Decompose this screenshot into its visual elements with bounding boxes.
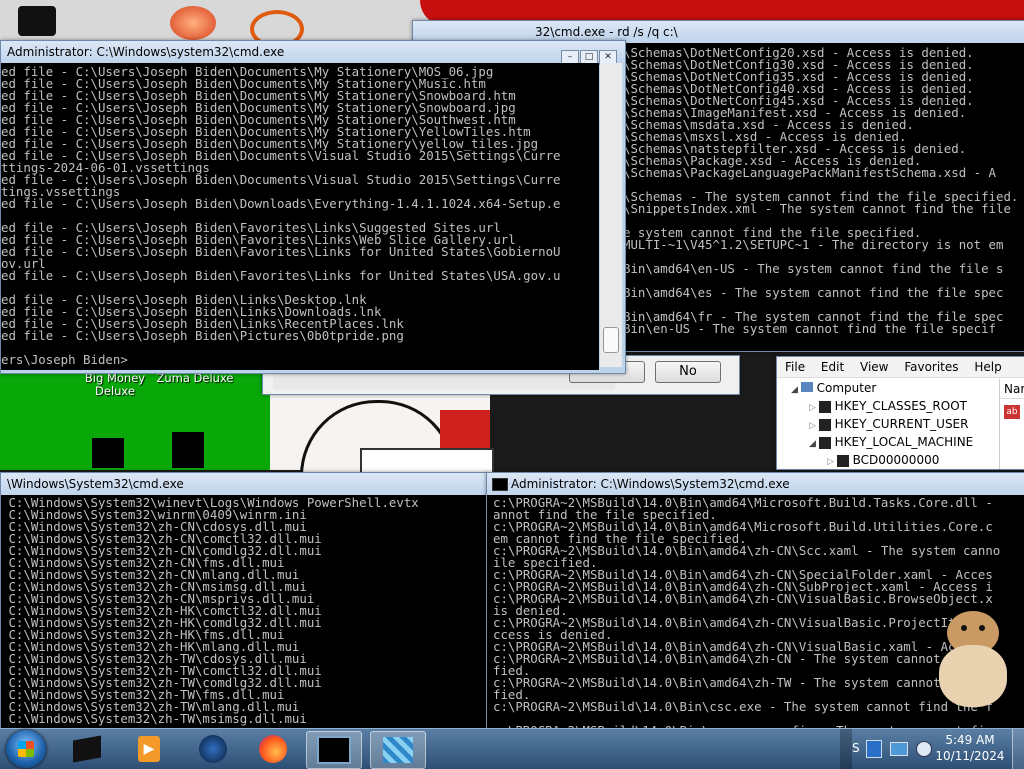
taskbar-app-regedit[interactable] bbox=[370, 731, 426, 769]
tree-item-bcd[interactable]: ▷ BCD00000000 bbox=[781, 451, 993, 469]
registry-editor-window[interactable]: File Edit View Favorites Help ◢ Computer… bbox=[776, 356, 1024, 470]
column-name-header[interactable]: Nar bbox=[1000, 379, 1024, 399]
console-line: Bin\amd64\es - The system cannot find th… bbox=[623, 285, 1004, 300]
language-bar-handle[interactable] bbox=[840, 729, 852, 769]
window-title-text: Administrator: C:\Windows\system32\cmd.e… bbox=[7, 45, 285, 59]
window-title: Administrator: C:\Windows\System32\cmd.e… bbox=[487, 473, 1024, 495]
windows-logo-icon bbox=[18, 741, 34, 757]
menu-help[interactable]: Help bbox=[974, 360, 1001, 374]
hamster-image bbox=[939, 611, 1009, 707]
desktop-icon-game[interactable] bbox=[170, 6, 216, 40]
desktop-icon-tophat[interactable] bbox=[18, 6, 56, 36]
window-title: \Windows\System32\cmd.exe bbox=[1, 473, 487, 495]
firefox-icon bbox=[259, 735, 287, 763]
taskbar: ▶ S 5:49 AM 10/11/2024 bbox=[0, 728, 1024, 769]
console-line: Bin\amd64\en-US - The system cannot find… bbox=[623, 261, 1004, 276]
no-button[interactable]: No bbox=[655, 361, 721, 383]
console-output[interactable]: C:\Windows\System32\winevt\Logs\Windows … bbox=[1, 495, 487, 733]
tray-network-icon[interactable] bbox=[890, 742, 908, 756]
clock[interactable]: 5:49 AM 10/11/2024 bbox=[934, 732, 1006, 764]
vertical-scrollbar[interactable] bbox=[600, 63, 622, 367]
console-line: ed file - C:\Users\Joseph Biden\Pictures… bbox=[1, 328, 404, 343]
tray-shield-icon[interactable] bbox=[866, 740, 882, 758]
terminal-icon bbox=[73, 735, 101, 763]
menu-favorites[interactable]: Favorites bbox=[904, 360, 958, 374]
cmd-window-system32[interactable]: \Windows\System32\cmd.exe C:\Windows\Sys… bbox=[0, 472, 488, 733]
cmd-window-main[interactable]: Administrator: C:\Windows\system32\cmd.e… bbox=[0, 40, 626, 374]
tray-volume-icon[interactable] bbox=[916, 741, 932, 757]
desktop-icon-label-bigmoney[interactable]: Big Money Deluxe bbox=[80, 372, 150, 398]
console-line: ed file - C:\Users\Joseph Biden\Download… bbox=[1, 196, 561, 211]
minimize-button[interactable]: – bbox=[561, 50, 579, 65]
tree-item-hkcu[interactable]: ▷ HKEY_CURRENT_USER bbox=[781, 415, 993, 433]
globe-icon bbox=[199, 735, 227, 763]
registry-values-pane: Nar ab bbox=[999, 379, 1024, 469]
regedit-icon bbox=[383, 737, 413, 763]
console-line: ed file - C:\Users\Joseph Biden\Favorite… bbox=[1, 244, 561, 259]
window-title: Administrator: C:\Windows\system32\cmd.e… bbox=[1, 41, 625, 65]
maximize-button[interactable]: □ bbox=[580, 50, 598, 65]
taskbar-app-browser[interactable] bbox=[186, 731, 240, 767]
menu-edit[interactable]: Edit bbox=[821, 360, 844, 374]
taskbar-app-firefox[interactable] bbox=[246, 731, 300, 767]
tree-item-computer[interactable]: ◢ Computer bbox=[781, 379, 993, 397]
tree-item-hklm[interactable]: ◢ HKEY_LOCAL_MACHINE bbox=[781, 433, 993, 451]
registry-tree: ◢ Computer ▷ HKEY_CLASSES_ROOT ▷ HKEY_CU… bbox=[781, 379, 993, 469]
menu-view[interactable]: View bbox=[860, 360, 888, 374]
taskbar-app-media-player[interactable]: ▶ bbox=[122, 731, 176, 767]
cmd-icon bbox=[317, 736, 351, 764]
close-button[interactable]: ✕ bbox=[599, 50, 617, 65]
start-button[interactable] bbox=[6, 730, 46, 768]
desktop-icon-zuma[interactable] bbox=[172, 432, 204, 468]
menu-bar: File Edit View Favorites Help bbox=[777, 357, 1024, 378]
cmd-window-msbuild[interactable]: Administrator: C:\Windows\System32\cmd.e… bbox=[486, 472, 1024, 732]
taskbar-app-cmd[interactable] bbox=[306, 731, 362, 769]
string-value-icon: ab bbox=[1004, 405, 1020, 419]
clock-time: 5:49 AM bbox=[945, 733, 995, 747]
console-line: C:\Windows\System32\zh-TW\msimsg.dll.mui bbox=[1, 711, 307, 726]
console-line: Bin\en-US - The system cannot find the f… bbox=[623, 321, 996, 336]
tree-item-hkcr[interactable]: ▷ HKEY_CLASSES_ROOT bbox=[781, 397, 993, 415]
media-player-icon: ▶ bbox=[138, 736, 160, 762]
console-line: \Schemas\PackageLanguagePackManifestSche… bbox=[623, 165, 996, 180]
console-line: \SnippetsIndex.xml - The system cannot f… bbox=[623, 201, 1011, 216]
console-line: ed file - C:\Users\Joseph Biden\Favorite… bbox=[1, 268, 561, 283]
console-line: c:\PROGRA~2\MSBuild\14.0\Bin\amd64\zh-CN… bbox=[493, 591, 993, 606]
language-indicator[interactable]: S bbox=[852, 741, 860, 755]
menu-file[interactable]: File bbox=[785, 360, 805, 374]
clock-date: 10/11/2024 bbox=[935, 749, 1005, 763]
console-output[interactable]: ed file - C:\Users\Joseph Biden\Document… bbox=[1, 63, 599, 370]
taskbar-app-terminal[interactable] bbox=[60, 731, 114, 767]
scrollbar-thumb[interactable] bbox=[603, 327, 619, 353]
cmd-icon bbox=[492, 478, 508, 491]
desktop-icon-bigmoney[interactable] bbox=[92, 438, 124, 468]
show-desktop-button[interactable] bbox=[1012, 729, 1024, 769]
console-line: ers\Joseph Biden> bbox=[1, 352, 128, 367]
window-title-text: Administrator: C:\Windows\System32\cmd.e… bbox=[511, 477, 790, 491]
console-line: MULTI-~1\V45^1.2\SETUPC~1 - The director… bbox=[623, 237, 1004, 252]
